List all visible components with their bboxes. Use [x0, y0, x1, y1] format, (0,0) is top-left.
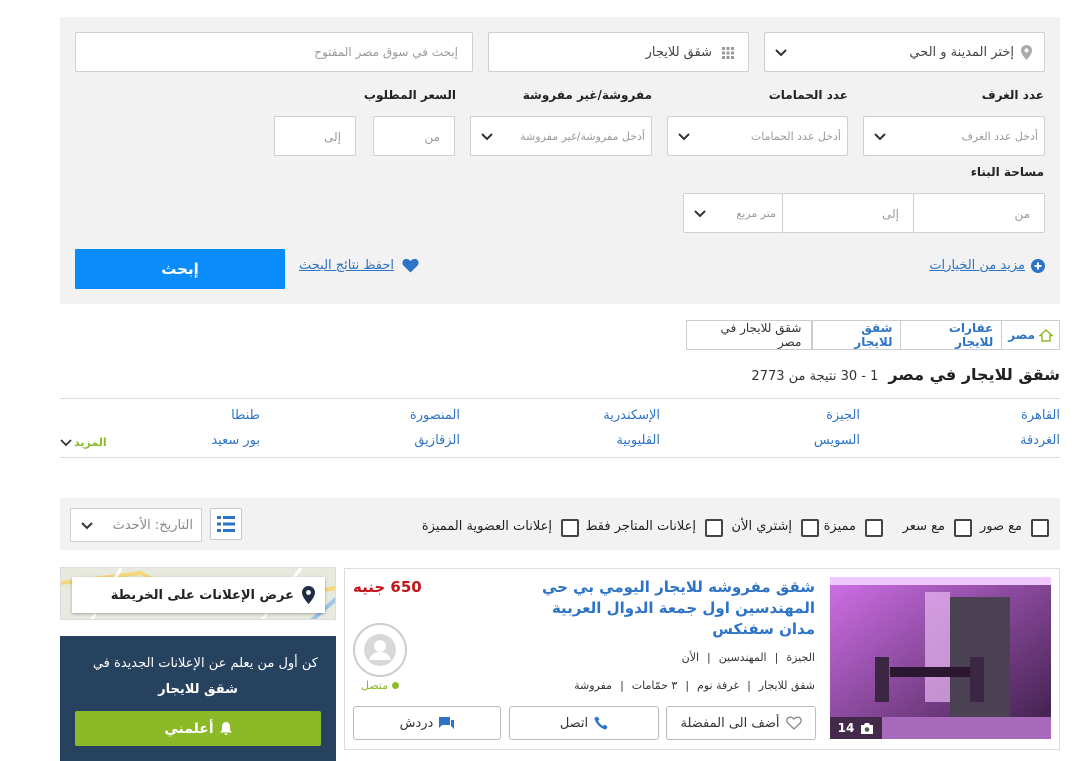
furnished-select[interactable]: أدخل مفروشة/غير مفروشة: [470, 116, 652, 156]
area-label: مساحة البناء: [970, 165, 1044, 179]
with-photos-checkbox[interactable]: [1031, 519, 1049, 537]
area-from-input[interactable]: من: [913, 193, 1045, 233]
listing-price: 650 جنيه: [353, 578, 422, 596]
online-dot-icon: [392, 682, 400, 689]
list-view-toggle[interactable]: [210, 508, 242, 540]
more-cities-toggle[interactable]: المزيد: [60, 436, 107, 449]
breadcrumb: مصر عقارات للايجار شقق للايجار شقق للايج…: [686, 320, 1060, 350]
grid-icon: [722, 47, 734, 59]
home-icon: [1039, 328, 1053, 342]
heart-icon: [402, 258, 419, 273]
rooms-select[interactable]: أدخل عدد الغرف: [863, 116, 1045, 156]
city-select[interactable]: إختر المدينة و الحي: [764, 32, 1045, 72]
breadcrumb-item[interactable]: عقارات للايجار: [900, 320, 1002, 350]
chevron-down-icon: [775, 49, 787, 57]
alert-box: كن أول من يعلم عن الإعلانات الجديدة في ش…: [60, 636, 336, 761]
chevron-down-icon: [60, 438, 72, 446]
city-link[interactable]: القاهرة: [1021, 408, 1060, 423]
category-select[interactable]: شقق للايجار: [488, 32, 749, 72]
city-link[interactable]: القليوبية: [616, 433, 660, 448]
baths-select[interactable]: أدخل عدد الحمامات: [667, 116, 848, 156]
listing-location: الجيزة | المهندسين | الأن: [681, 651, 815, 664]
area-unit-select[interactable]: متر مربع: [683, 193, 783, 233]
bell-icon: [219, 721, 232, 735]
map-view-box[interactable]: عرض الإعلانات على الخريطة: [60, 567, 336, 620]
photo-count-badge: 14: [830, 717, 882, 739]
seller-avatar[interactable]: [353, 623, 407, 677]
chevron-down-icon: [81, 522, 93, 530]
camera-icon: [861, 722, 874, 734]
breadcrumb-home[interactable]: مصر: [1001, 320, 1060, 350]
plus-circle-icon: [1031, 258, 1045, 273]
notify-me-button[interactable]: أعلمني: [75, 711, 321, 746]
buy-now-checkbox[interactable]: [801, 519, 819, 537]
rooms-label: عدد الغرف: [981, 88, 1044, 102]
location-pin-icon: [1021, 45, 1032, 60]
city-link[interactable]: الغردقة: [1020, 433, 1060, 448]
featured-checkbox[interactable]: [865, 519, 883, 537]
chat-button[interactable]: دردش: [353, 706, 501, 740]
furnished-label: مفروشة/غير مفروشة: [522, 88, 652, 102]
price-label: السعر المطلوب: [363, 88, 456, 102]
city-link[interactable]: طنطا: [231, 408, 260, 423]
apartment-photo-image: [830, 577, 1051, 739]
sort-select[interactable]: التاريخ: الأحدث: [70, 508, 202, 542]
keyword-search-input[interactable]: إبحث في سوق مصر المفتوح: [75, 32, 473, 72]
breadcrumb-item[interactable]: شقق للايجار: [812, 320, 901, 350]
list-icon: [217, 516, 235, 532]
premium-ads-checkbox[interactable]: [561, 519, 579, 537]
add-favorite-button[interactable]: أضف الى المفضلة: [666, 706, 816, 740]
save-search-link[interactable]: احفظ نتائج البحث: [299, 258, 419, 273]
store-ads-checkbox[interactable]: [705, 519, 723, 537]
baths-label: عدد الحمامات: [768, 88, 848, 102]
area-to-input[interactable]: إلى: [782, 193, 914, 233]
chevron-down-icon: [481, 133, 493, 141]
results-header: شقق للايجار في مصر 1 - 30 نتيجة من 2773: [751, 365, 1060, 384]
price-from-input[interactable]: من: [373, 116, 455, 156]
city-link[interactable]: الجيزة: [826, 408, 860, 423]
chevron-down-icon: [874, 133, 886, 141]
chevron-down-icon: [694, 210, 706, 218]
chevron-down-icon: [678, 133, 690, 141]
user-avatar-icon: [364, 634, 396, 666]
map-view-button[interactable]: عرض الإعلانات على الخريطة: [72, 577, 325, 613]
phone-icon: [594, 716, 608, 730]
seller-status: متصل: [361, 679, 400, 692]
listing-card: 14 شقق مفروشه للايجار اليومي بي حي المهن…: [344, 568, 1060, 750]
more-options-link[interactable]: مزيد من الخيارات: [929, 258, 1045, 273]
listing-title[interactable]: شقق مفروشه للايجار اليومي بي حي المهندسي…: [525, 577, 815, 640]
results-count: 1 - 30 نتيجة من 2773: [751, 369, 879, 384]
city-link[interactable]: الزقازيق: [414, 433, 460, 448]
heart-outline-icon: [785, 716, 802, 730]
breadcrumb-current: شقق للايجار في مصر: [686, 320, 813, 350]
price-to-input[interactable]: إلى: [274, 116, 356, 156]
city-link[interactable]: بور سعيد: [211, 433, 260, 448]
city-link[interactable]: الإسكندرية: [603, 408, 660, 423]
listing-specs: شقق للايجار | غرفة نوم | ٣ حمّامات | مفروشة: [574, 679, 815, 692]
call-button[interactable]: اتصل: [509, 706, 659, 740]
search-button[interactable]: إبحث: [75, 249, 285, 289]
city-link[interactable]: السويس: [814, 433, 860, 448]
with-price-checkbox[interactable]: [954, 519, 972, 537]
location-pin-icon: [302, 586, 315, 604]
page-title: شقق للايجار في مصر: [888, 365, 1060, 384]
listing-photo[interactable]: 14: [830, 577, 1051, 739]
city-link[interactable]: المنصورة: [410, 408, 460, 423]
chat-icon: [439, 717, 455, 729]
